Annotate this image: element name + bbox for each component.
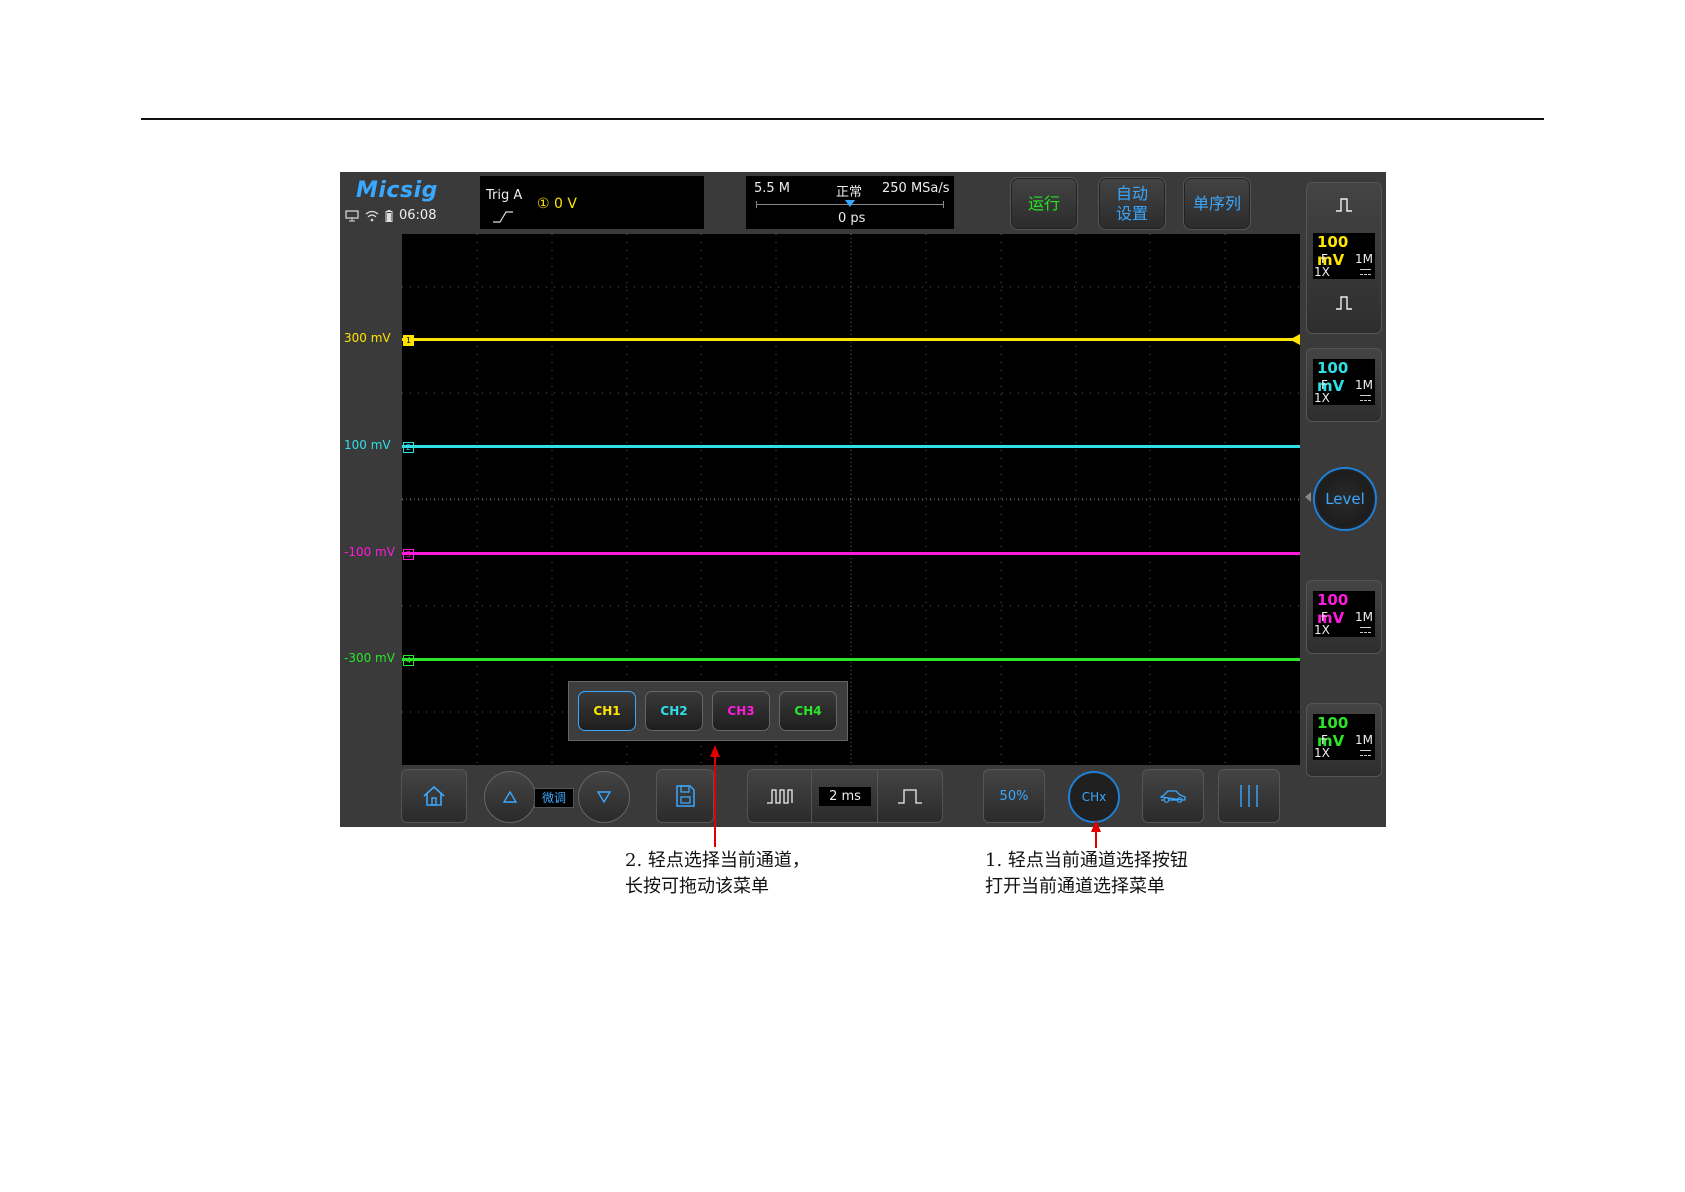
ch4-probe: 1X bbox=[1314, 746, 1330, 760]
ch4-trace bbox=[402, 658, 1300, 661]
ch2-impedance: 1M bbox=[1355, 378, 1373, 392]
channel-select-button[interactable]: CHx bbox=[1068, 771, 1120, 823]
ch4-impedance: 1M bbox=[1355, 733, 1373, 747]
home-button[interactable] bbox=[401, 769, 467, 823]
wifi-icon bbox=[365, 210, 379, 221]
triangle-up-icon bbox=[502, 790, 518, 803]
fifty-percent-button[interactable]: 50% bbox=[983, 769, 1045, 823]
level-button[interactable]: Level bbox=[1313, 467, 1377, 531]
ch1-settings-panel[interactable]: 100 mV F 1M 1X bbox=[1306, 182, 1382, 334]
ch4-marker[interactable]: 4 bbox=[403, 655, 414, 666]
dc-coupling-icon bbox=[1360, 395, 1371, 401]
rising-edge-icon bbox=[493, 211, 513, 223]
annotation-open-menu: 1. 轻点当前通道选择按钮 打开当前通道选择菜单 bbox=[985, 850, 1188, 897]
ch2-scale-box: 100 mV F 1M 1X bbox=[1313, 359, 1375, 405]
trigger-level-marker bbox=[1290, 334, 1300, 345]
car-icon bbox=[1159, 790, 1186, 803]
status-bar: 06:08 bbox=[345, 208, 436, 223]
ch2-coupling: F bbox=[1321, 378, 1328, 392]
ch2-select-button[interactable]: CH2 bbox=[645, 691, 703, 731]
ch4-coupling: F bbox=[1321, 733, 1328, 747]
pulse-icon bbox=[1336, 296, 1352, 310]
home-icon bbox=[423, 785, 445, 806]
ch3-scale-box: 100 mV F 1M 1X bbox=[1313, 591, 1375, 637]
brand-logo: Micsig bbox=[356, 178, 438, 203]
trigger-panel[interactable]: Trig A ① 0 V bbox=[480, 176, 704, 229]
timebase-decrease-button[interactable] bbox=[747, 769, 813, 823]
ch1-offset-label: 300 mV bbox=[344, 331, 391, 345]
save-button[interactable] bbox=[656, 769, 714, 823]
ch2-settings-panel[interactable]: 100 mV F 1M 1X bbox=[1306, 348, 1382, 422]
dc-coupling-icon bbox=[1360, 750, 1371, 756]
trigger-label: Trig A bbox=[486, 188, 523, 203]
auto-setup-label-1: 自动 bbox=[1115, 183, 1148, 203]
cursor-button[interactable] bbox=[1218, 769, 1280, 823]
arrow-line-note2 bbox=[714, 755, 716, 847]
dc-coupling-icon bbox=[1360, 269, 1371, 275]
ch3-coupling: F bbox=[1321, 610, 1328, 624]
ch4-select-button[interactable]: CH4 bbox=[779, 691, 837, 731]
ch1-select-button[interactable]: CH1 bbox=[578, 691, 636, 731]
ch1-probe: 1X bbox=[1314, 265, 1330, 279]
ch4-offset-label: -300 mV bbox=[344, 651, 395, 665]
scale-up-button[interactable] bbox=[484, 771, 536, 823]
position-marker bbox=[845, 200, 855, 207]
ch1-coupling: F bbox=[1321, 252, 1328, 266]
ch3-select-button[interactable]: CH3 bbox=[712, 691, 770, 731]
ch3-offset-label: -100 mV bbox=[344, 545, 395, 559]
ch2-offset-label: 100 mV bbox=[344, 438, 391, 452]
ch3-probe: 1X bbox=[1314, 623, 1330, 637]
triangle-down-icon bbox=[596, 791, 612, 804]
ch1-marker[interactable]: 1 bbox=[403, 335, 414, 346]
ch4-settings-panel[interactable]: 100 mV F 1M 1X bbox=[1306, 703, 1382, 777]
scale-down-button[interactable] bbox=[578, 771, 630, 823]
sample-rate: 250 MSa/s bbox=[882, 181, 950, 196]
ch3-trace bbox=[402, 552, 1300, 555]
wide-pulse-icon bbox=[898, 789, 922, 804]
battery-icon bbox=[385, 209, 393, 222]
waveform-display[interactable] bbox=[402, 234, 1300, 765]
graticule bbox=[402, 234, 1300, 765]
dc-coupling-icon bbox=[1360, 627, 1371, 633]
auto-setup-button[interactable]: 自动 设置 bbox=[1098, 177, 1166, 230]
fine-tune-toggle[interactable]: 微调 bbox=[534, 788, 574, 808]
cursor-lines-icon bbox=[1240, 785, 1258, 807]
ch4-scale-box: 100 mV F 1M 1X bbox=[1313, 714, 1375, 760]
auto-setup-label-2: 设置 bbox=[1115, 203, 1148, 223]
timebase-increase-button[interactable] bbox=[877, 769, 943, 823]
memory-depth: 5.5 M bbox=[754, 181, 791, 196]
ch1-scale-box: 100 mV F 1M 1X bbox=[1313, 233, 1375, 279]
page-rule bbox=[141, 118, 1544, 120]
save-icon bbox=[676, 785, 695, 807]
timebase-value: 2 ms bbox=[819, 786, 871, 806]
ch3-settings-panel[interactable]: 100 mV F 1M 1X bbox=[1306, 580, 1382, 654]
monitor-icon bbox=[345, 209, 359, 221]
trigger-level: ① 0 V bbox=[537, 196, 577, 212]
horizontal-position: 0 ps bbox=[838, 211, 866, 226]
ch2-probe: 1X bbox=[1314, 391, 1330, 405]
acquisition-panel[interactable]: 5.5 M 正常 250 MSa/s 0 ps bbox=[746, 176, 954, 229]
arrow-line-note1 bbox=[1095, 830, 1097, 848]
acquire-mode: 正常 bbox=[836, 185, 863, 200]
oscilloscope-screen: Micsig 06:08 Trig A ① 0 V 5.5 M 正常 250 M… bbox=[340, 172, 1386, 827]
ch1-impedance: 1M bbox=[1355, 252, 1373, 266]
ch2-marker[interactable]: 2 bbox=[403, 442, 414, 453]
panel-collapse-icon[interactable] bbox=[1304, 492, 1312, 502]
annotation-select-channel: 2. 轻点选择当前通道， 长按可拖动该菜单 bbox=[625, 850, 810, 897]
ch1-trace bbox=[402, 338, 1300, 341]
narrow-pulse-icon bbox=[767, 789, 793, 804]
single-sequence-button[interactable]: 单序列 bbox=[1183, 177, 1251, 230]
ch3-marker[interactable]: 3 bbox=[403, 549, 414, 560]
automotive-button[interactable] bbox=[1142, 769, 1204, 823]
pulse-icon bbox=[1336, 198, 1352, 212]
channel-select-menu[interactable]: CH1 CH2 CH3 CH4 bbox=[568, 681, 848, 741]
ch3-impedance: 1M bbox=[1355, 610, 1373, 624]
timebase-display: 2 ms bbox=[811, 769, 879, 823]
run-button[interactable]: 运行 bbox=[1010, 177, 1078, 230]
ch2-trace bbox=[402, 445, 1300, 448]
clock: 06:08 bbox=[399, 208, 437, 223]
